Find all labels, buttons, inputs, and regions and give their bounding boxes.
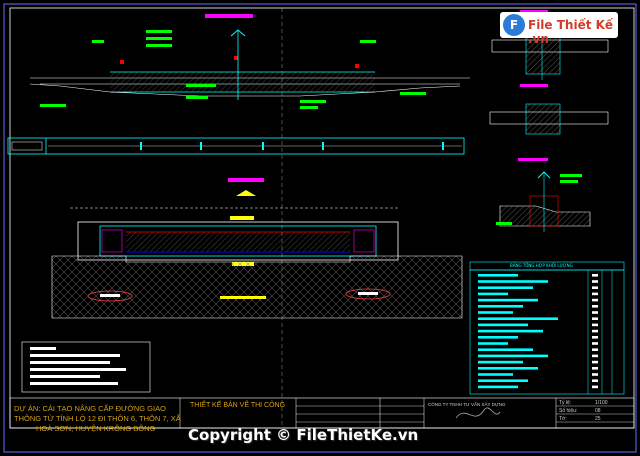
table-cell [592,354,598,358]
sheet-value: 08 [595,408,601,414]
project-line-1: DỰ ÁN: CẢI TẠO NÂNG CẤP ĐƯỜNG GIAO [14,404,166,413]
table-row [478,348,533,351]
table-row [478,367,538,370]
table-cell [592,348,598,351]
table-cell [592,379,598,382]
table-cell [592,298,598,302]
table-row [478,274,518,277]
table-cell [592,329,598,333]
page-label: Tờ: [559,416,567,422]
table-row [478,373,513,376]
legend-box [21,341,151,393]
table-row [478,385,518,389]
table-cell [592,274,598,277]
table-row [478,286,533,289]
scale-value: 1/100 [595,400,608,406]
logo-text: File Thiết Kế .vn [528,18,614,46]
table-row [478,342,508,345]
table-row [478,298,538,302]
table-row [478,305,523,308]
longitudinal-section [29,14,470,109]
table-row [478,317,558,320]
table-cell [592,280,598,283]
table-cell [592,286,598,289]
watermark-logo: F File Thiết Kế .vn [500,12,618,46]
table-cell [592,342,598,345]
table-cell [592,305,598,308]
table-row [478,280,548,283]
table-row [478,360,523,364]
table-cell [592,360,598,364]
quantity-table-title: BẢNG TỔNG HỢP KHỐI LƯỢNG [510,263,573,268]
page-value: 25 [595,416,601,422]
table-cell [592,373,598,376]
dimension-strip [7,137,465,155]
table-cell [592,317,598,320]
culvert-plan-section [51,178,463,319]
section-title-bar [205,14,253,18]
scale-label: Tỷ lệ: [559,400,572,406]
table-row [478,323,528,327]
table-cell [592,323,598,327]
table-cell [592,385,598,389]
cad-drawing-canvas [3,3,637,453]
project-line-3: HOÀ SƠN, HUYỆN KRÔNG BÔNG [36,424,156,433]
design-stage-label: THIẾT KẾ BẢN VẼ THI CÔNG [190,402,286,409]
table-cell [592,367,598,370]
table-row [478,329,543,333]
table-row [478,354,548,358]
sheet-label: Số hiệu: [559,408,578,414]
table-row [478,292,508,296]
quantity-table [469,261,625,395]
logo-icon: F [503,14,525,36]
table-row [478,379,528,382]
table-cell [592,292,598,296]
project-line-2: THÔNG TỪ TỈNH LỘ 12 ĐI THÔN 6, THÔN 7, X… [14,414,181,423]
signature-mark [455,407,501,419]
table-cell [592,336,598,339]
table-row [478,311,513,314]
company-name: CÔNG TY TNHH TƯ VẤN XÂY DỰNG [428,402,506,407]
table-cell [592,311,598,314]
copyright-watermark: Copyright © FileThietKe.vn [188,426,419,444]
table-row [478,336,518,339]
